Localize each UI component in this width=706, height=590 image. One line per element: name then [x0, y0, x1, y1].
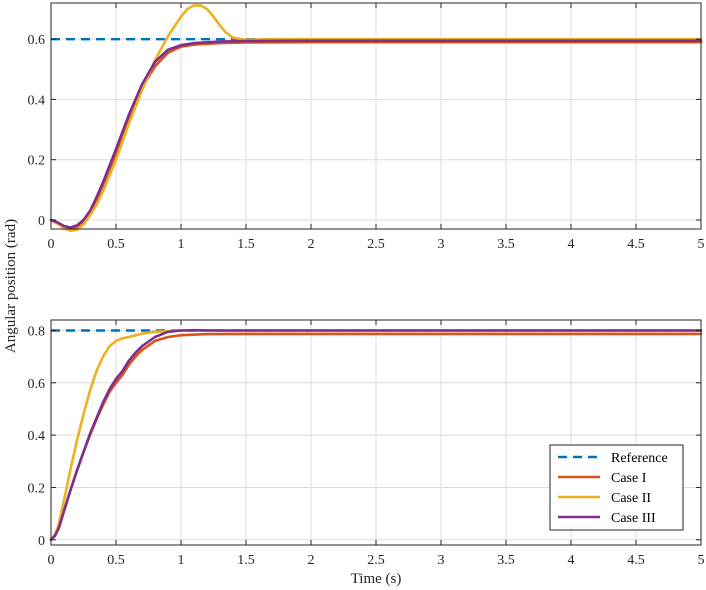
y-tick-label: 0.6 — [28, 377, 46, 392]
x-tick-label: 4.5 — [627, 237, 645, 252]
y-axis-label: Angular position (rad) — [3, 219, 19, 353]
x-tick-label: 1 — [178, 237, 185, 252]
x-tick-label: 1.5 — [237, 237, 255, 252]
legend-label-case-i: Case I — [611, 471, 647, 486]
x-axis-label: Time (s) — [351, 571, 402, 587]
top-subplot: 0 0.5 1 1.5 2 2.5 3 3.5 4 4.5 5 0 0.2 0.4 0.6 — [28, 2, 705, 252]
x-tick-label: 4.5 — [627, 553, 645, 568]
x-tick-label: 0.5 — [107, 237, 125, 252]
y-tick-label: 0 — [38, 214, 45, 229]
y-tick-label: 0.4 — [28, 429, 46, 444]
x-tick-label: 0 — [48, 237, 55, 252]
y-tick-label: 0.8 — [28, 324, 46, 339]
y-tick-label: 0.4 — [28, 93, 46, 108]
x-tick-label: 1 — [178, 553, 185, 568]
y-tick-label: 0.2 — [28, 481, 46, 496]
legend: Reference Case I Case II Case III — [549, 444, 684, 531]
figure: 0 0.5 1 1.5 2 2.5 3 3.5 4 4.5 5 0 0.2 0.4 0.6 0 0.5 1 1.5… — [3, 2, 705, 587]
x-tick-label: 2 — [308, 237, 315, 252]
y-tick-label: 0 — [38, 534, 45, 549]
bottom-subplot: 0 0.5 1 1.5 2 2.5 3 3.5 4 4.5 5 0 0.2 0.4 0.6 0.8 Refere… — [28, 319, 705, 568]
y-tick-label: 0.6 — [28, 33, 46, 48]
x-tick-label: 5 — [698, 237, 705, 252]
legend-label-case-iii: Case III — [611, 511, 656, 526]
x-tick-label: 2 — [308, 553, 315, 568]
x-tick-label: 0 — [48, 553, 55, 568]
x-tick-label: 4 — [568, 553, 575, 568]
x-tick-label: 3.5 — [497, 553, 515, 568]
x-tick-label: 0.5 — [107, 553, 125, 568]
x-tick-label: 3.5 — [497, 237, 515, 252]
x-tick-label: 5 — [698, 553, 705, 568]
legend-label-case-ii: Case II — [611, 491, 651, 506]
legend-label-reference: Reference — [611, 451, 668, 466]
x-tick-label: 3 — [438, 237, 445, 252]
x-tick-label: 4 — [568, 237, 575, 252]
x-tick-label: 3 — [438, 553, 445, 568]
x-tick-label: 1.5 — [237, 553, 255, 568]
y-tick-label: 0.2 — [28, 154, 46, 169]
x-tick-label: 2.5 — [367, 553, 385, 568]
x-tick-label: 2.5 — [367, 237, 385, 252]
